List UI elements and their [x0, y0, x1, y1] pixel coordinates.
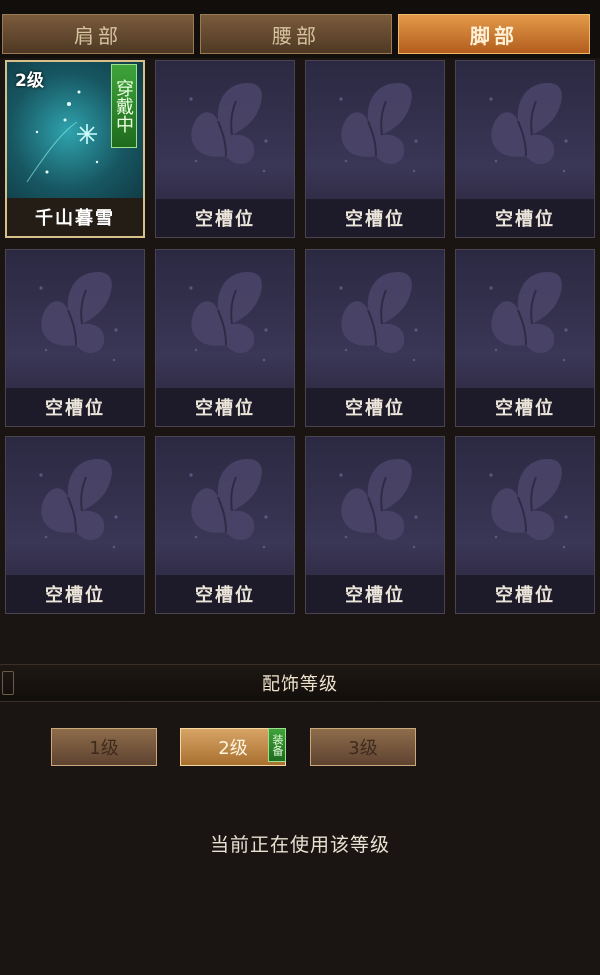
- tab-label: 腰部: [272, 23, 320, 48]
- level-label: 3级: [348, 738, 378, 759]
- butterfly-icon: [189, 459, 268, 549]
- tab-bar: 肩部 腰部 脚部: [0, 0, 600, 58]
- slot-label: 空槽位: [156, 388, 294, 426]
- butterfly-icon: [39, 459, 118, 549]
- tab-waist[interactable]: 腰部: [200, 14, 392, 54]
- accessory-slot-empty[interactable]: 空槽位: [305, 60, 445, 238]
- slot-label: 空槽位: [306, 575, 444, 613]
- level-3-button[interactable]: 3级: [310, 728, 416, 766]
- level-section-header: 配饰等级: [0, 664, 600, 702]
- accessory-slot-empty[interactable]: 空槽位: [455, 436, 595, 614]
- level-section-title: 配饰等级: [262, 674, 338, 695]
- slot-label: 空槽位: [306, 388, 444, 426]
- butterfly-icon: [189, 272, 268, 362]
- accessory-slot-empty[interactable]: 空槽位: [455, 249, 595, 427]
- butterfly-icon: [489, 83, 568, 173]
- butterfly-icon: [339, 459, 418, 549]
- level-1-button[interactable]: 1级: [51, 728, 157, 766]
- accessory-slot-empty[interactable]: 空槽位: [305, 436, 445, 614]
- butterfly-icon: [189, 83, 268, 173]
- accessory-slot-empty[interactable]: 空槽位: [305, 249, 445, 427]
- accessory-slot-equipped[interactable]: 2级 穿戴中千山暮雪: [5, 60, 145, 238]
- wearing-badge: 穿戴中: [111, 64, 137, 148]
- slot-label: 空槽位: [6, 388, 144, 426]
- level-label: 2级: [218, 738, 248, 759]
- accessory-slot-empty[interactable]: 空槽位: [155, 436, 295, 614]
- accessory-panel: 肩部 腰部 脚部 2级 穿戴中 千山暮雪 空槽位 空槽位 空槽位 空槽位 空槽位…: [0, 0, 600, 975]
- slot-label: 空槽位: [306, 199, 444, 237]
- slot-label: 空槽位: [456, 388, 594, 426]
- slot-label: 空槽位: [156, 199, 294, 237]
- tab-feet[interactable]: 脚部: [398, 14, 590, 54]
- accessory-slot-empty[interactable]: 空槽位: [5, 436, 145, 614]
- slot-label: 千山暮雪: [7, 198, 143, 236]
- butterfly-icon: [489, 272, 568, 362]
- tab-label: 脚部: [470, 23, 518, 48]
- level-status-text: 当前正在使用该等级: [209, 834, 390, 856]
- slot-level-tag: 2级: [15, 71, 44, 91]
- butterfly-icon: [39, 272, 118, 362]
- slot-label: 空槽位: [156, 575, 294, 613]
- level-label: 1级: [89, 738, 119, 759]
- butterfly-icon: [339, 272, 418, 362]
- accessory-slot-empty[interactable]: 空槽位: [155, 249, 295, 427]
- accessory-slot-empty[interactable]: 空槽位: [155, 60, 295, 238]
- accessory-slot-empty[interactable]: 空槽位: [455, 60, 595, 238]
- tab-shoulder[interactable]: 肩部: [2, 14, 194, 54]
- slot-label: 空槽位: [6, 575, 144, 613]
- butterfly-icon: [339, 83, 418, 173]
- equipped-badge: 装备: [268, 728, 286, 762]
- slot-label: 空槽位: [456, 199, 594, 237]
- slot-label: 空槽位: [456, 575, 594, 613]
- accessory-slot-empty[interactable]: 空槽位: [5, 249, 145, 427]
- butterfly-icon: [489, 459, 568, 549]
- tab-label: 肩部: [74, 23, 122, 48]
